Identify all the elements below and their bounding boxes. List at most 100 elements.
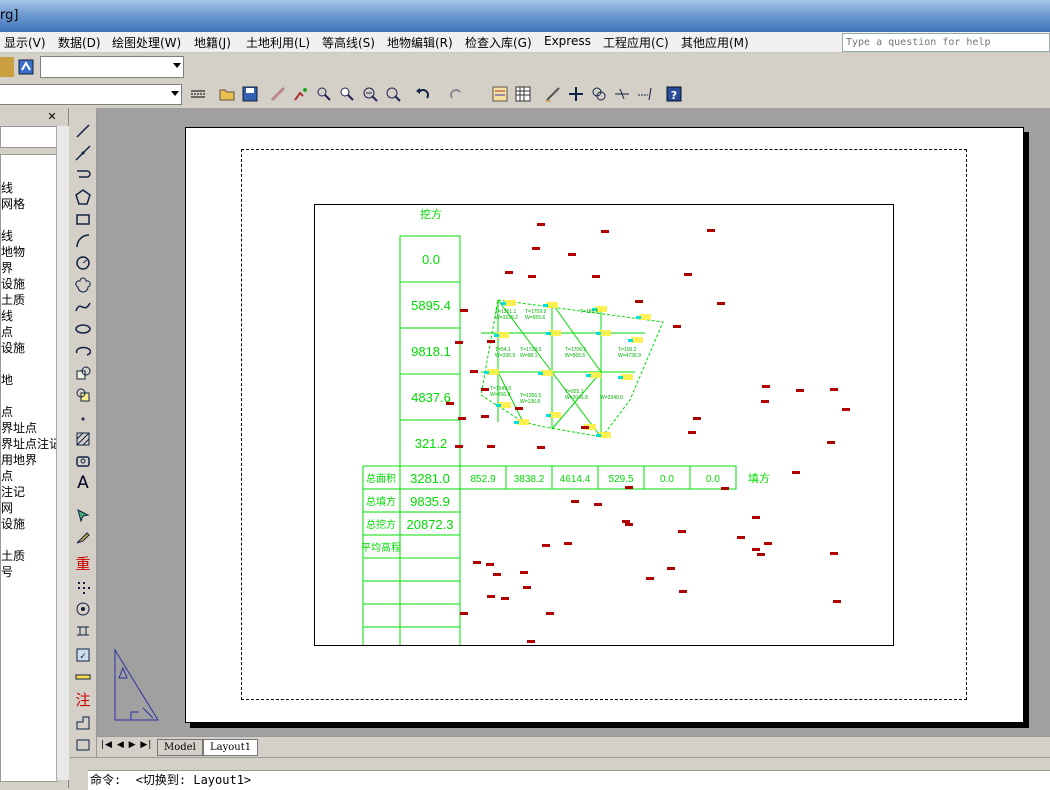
- layer-list-item[interactable]: 界: [1, 259, 13, 276]
- folder-icon[interactable]: [0, 57, 14, 77]
- layer-list-item[interactable]: 界址点: [1, 419, 37, 436]
- layer-list-item[interactable]: 网格: [1, 195, 25, 212]
- layout-viewport[interactable]: 挖方 0.0 5895.4 9818.1 4837.6 321.2 852.9 3838.2 4…: [314, 204, 894, 651]
- help-search-box[interactable]: [842, 33, 1050, 52]
- layer-list[interactable]: 线网格线地物界设施 土质线点设施地点界址点 界址点注记 用地界点注记网设施 土质号: [0, 154, 58, 782]
- menu-item[interactable]: 地籍(J): [194, 34, 231, 51]
- polyline-icon[interactable]: [74, 166, 92, 184]
- zoom-previous-icon[interactable]: [383, 84, 403, 104]
- menu-item[interactable]: Express: [544, 34, 591, 48]
- design-center-icon[interactable]: [513, 84, 533, 104]
- measure-icon[interactable]: [74, 600, 92, 618]
- make-block-icon[interactable]: [74, 386, 92, 404]
- hatch-icon[interactable]: [74, 430, 92, 448]
- arc-icon[interactable]: [74, 232, 92, 250]
- corner-icon[interactable]: [74, 714, 92, 732]
- spline-icon[interactable]: [74, 298, 92, 316]
- extend-icon[interactable]: [635, 84, 655, 104]
- zoom-window-icon[interactable]: [337, 84, 357, 104]
- close-icon[interactable]: ✕: [46, 111, 58, 123]
- save-icon[interactable]: [240, 84, 260, 104]
- ellipse-arc-icon[interactable]: [74, 342, 92, 360]
- layer-list-item[interactable]: 点: [1, 323, 13, 340]
- open-folder-icon[interactable]: [217, 84, 237, 104]
- survey-point-mark: [458, 417, 466, 420]
- help-input[interactable]: [843, 35, 1049, 50]
- layer-list-item[interactable]: 线: [1, 179, 13, 196]
- box-icon[interactable]: [74, 736, 92, 754]
- grid-node-tick: [546, 414, 551, 417]
- zoom-extents-icon[interactable]: [360, 84, 380, 104]
- circle-icon[interactable]: [74, 254, 92, 272]
- help-icon[interactable]: ?: [664, 84, 684, 104]
- layer-list-item[interactable]: 号: [1, 563, 13, 580]
- layer-list-item[interactable]: 设施: [1, 515, 25, 532]
- tab-nav-arrows[interactable]: |◀ ◀ ▶ ▶|: [101, 740, 152, 750]
- layer-list-item[interactable]: 注记: [1, 483, 25, 500]
- ruler-icon[interactable]: [74, 622, 92, 640]
- scale-bar-icon[interactable]: [74, 668, 92, 686]
- draw-pen-icon[interactable]: [543, 84, 563, 104]
- app-icon[interactable]: [16, 57, 36, 77]
- menu-item[interactable]: 绘图处理(W): [112, 34, 181, 51]
- pencil-icon[interactable]: [268, 84, 288, 104]
- menu-item[interactable]: 其他应用(M): [681, 34, 749, 51]
- line-icon[interactable]: [74, 122, 92, 140]
- layer-list-item[interactable]: 土质: [1, 291, 25, 308]
- pointer-add-icon[interactable]: [291, 84, 311, 104]
- linetype-icon[interactable]: [188, 84, 208, 104]
- construction-line-icon[interactable]: [74, 144, 92, 162]
- style-combo[interactable]: [0, 84, 182, 105]
- layer-combo[interactable]: [40, 56, 184, 78]
- zoom-realtime-icon[interactable]: [314, 84, 334, 104]
- polygon-icon[interactable]: [74, 188, 92, 206]
- layer-list-item[interactable]: 地: [1, 371, 13, 388]
- point-icon[interactable]: [74, 408, 92, 426]
- panel-filter-box[interactable]: [0, 126, 58, 148]
- menu-item[interactable]: 地物编辑(R): [387, 34, 453, 51]
- menu-item[interactable]: 工程应用(C): [603, 34, 669, 51]
- region-icon[interactable]: [74, 452, 92, 470]
- text-icon[interactable]: A: [74, 473, 92, 493]
- command-line[interactable]: 命令: <切换到: Layout1>: [88, 770, 1050, 790]
- drawing-canvas[interactable]: 挖方 0.0 5895.4 9818.1 4837.6 321.2 852.9 3838.2 4…: [97, 108, 1050, 736]
- tab-layout1[interactable]: Layout1: [203, 739, 259, 756]
- menu-item[interactable]: 显示(V): [4, 34, 46, 51]
- layer-list-item[interactable]: 地物: [1, 243, 25, 260]
- move-icon[interactable]: [566, 84, 586, 104]
- menu-item[interactable]: 数据(D): [58, 34, 101, 51]
- menu-item[interactable]: 土地利用(L): [246, 34, 310, 51]
- select-tool-icon[interactable]: [74, 506, 92, 524]
- redo-icon[interactable]: [446, 84, 466, 104]
- ellipse-icon[interactable]: [74, 320, 92, 338]
- survey-point-mark: [830, 552, 838, 555]
- panel-scrollbar[interactable]: [56, 126, 69, 780]
- layer-list-item[interactable]: 网: [1, 499, 13, 516]
- undo-icon[interactable]: [413, 84, 433, 104]
- menu-item[interactable]: 等高线(S): [322, 34, 375, 51]
- survey-point-mark: [752, 548, 760, 551]
- copy-circles-icon[interactable]: [589, 84, 609, 104]
- rectangle-icon[interactable]: [74, 210, 92, 228]
- layer-list-item[interactable]: 设施: [1, 339, 25, 356]
- edit-tool-icon[interactable]: [74, 528, 92, 546]
- insert-block-icon[interactable]: [74, 364, 92, 382]
- layer-list-item[interactable]: 点: [1, 467, 13, 484]
- layer-list-item[interactable]: 用地界: [1, 451, 37, 468]
- layer-list-item[interactable]: 土质: [1, 547, 25, 564]
- layer-list-item[interactable]: 设施: [1, 275, 25, 292]
- revcloud-icon[interactable]: [74, 276, 92, 294]
- menu-item[interactable]: 检查入库(G): [465, 34, 532, 51]
- layer-list-item[interactable]: 线: [1, 307, 13, 324]
- grid-dots-icon[interactable]: [74, 578, 92, 596]
- query-icon[interactable]: ✓: [74, 646, 92, 664]
- tool-zhu[interactable]: 注: [74, 690, 92, 709]
- break-icon[interactable]: [612, 84, 632, 104]
- layer-list-item[interactable]: 线: [1, 227, 13, 244]
- tab-model[interactable]: Model: [157, 739, 203, 756]
- layer-list-item[interactable]: 点: [1, 403, 13, 420]
- layer-list-item[interactable]: 界址点注记: [1, 435, 57, 452]
- grid-cell-label: W=565.5: [565, 353, 585, 359]
- tool-chong[interactable]: 重: [74, 554, 92, 573]
- properties-icon[interactable]: [490, 84, 510, 104]
